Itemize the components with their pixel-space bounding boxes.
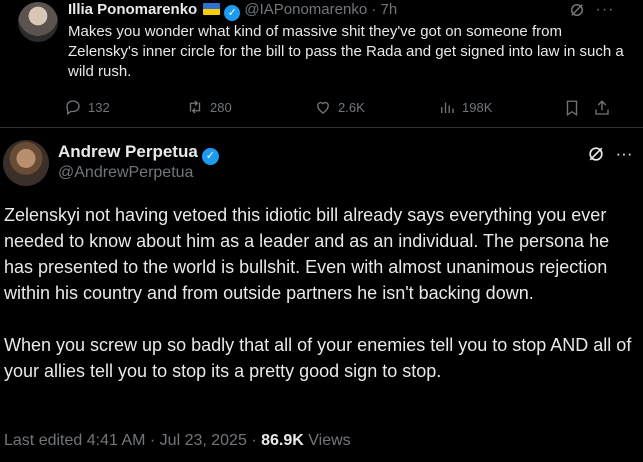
tweet-date[interactable]: Jul 23, 2025 — [160, 432, 247, 449]
like-count: 2.6K — [338, 99, 365, 115]
like-icon — [317, 101, 329, 114]
ukraine-flag-icon — [203, 3, 221, 15]
separator: · — [149, 432, 156, 449]
views-label: Views — [308, 432, 351, 449]
repost-button[interactable]: 280 — [186, 98, 232, 116]
tweet-meta: Last edited 4:41 AM · Jul 23, 2025 · 86.… — [4, 432, 351, 450]
views-button[interactable]: 198K — [438, 98, 492, 116]
author-handle[interactable]: @AndrewPerpetua — [58, 164, 193, 182]
grok-icon[interactable] — [566, 0, 588, 20]
views-count: 86.9K — [261, 432, 304, 449]
avatar[interactable] — [3, 140, 49, 186]
avatar[interactable] — [18, 2, 58, 42]
tweet-paragraph: When you screw up so badly that all of y… — [4, 335, 632, 381]
like-button[interactable]: 2.6K — [314, 98, 365, 116]
edited-label[interactable]: Last edited — [4, 432, 82, 449]
quoted-tweet[interactable]: Illia Ponomarenko ✓ @IAPonomarenko · 7h ·… — [0, 0, 643, 128]
repost-count: 280 — [210, 99, 232, 115]
reply-count: 132 — [88, 99, 110, 115]
author-name-row: Andrew Perpetua ✓ — [58, 142, 219, 165]
tweet-body: Zelenskyi not having vetoed this idiotic… — [4, 202, 640, 410]
separator: · — [251, 432, 257, 449]
author-name[interactable]: Andrew Perpetua — [58, 142, 198, 161]
views-count: 198K — [462, 99, 493, 115]
verified-icon: ✓ — [224, 5, 241, 21]
grok-icon[interactable] — [584, 142, 608, 166]
share-icon[interactable] — [592, 98, 612, 118]
separator: · — [371, 1, 377, 18]
reply-icon — [66, 100, 80, 116]
verified-icon: ✓ — [201, 148, 219, 165]
tweet-text: Makes you wonder what kind of massive sh… — [68, 23, 624, 80]
views-icon — [441, 102, 454, 113]
tweet-time[interactable]: 4:41 AM — [87, 432, 146, 449]
tweet-paragraph: Zelenskyi not having vetoed this idiotic… — [4, 205, 610, 303]
more-icon[interactable]: ··· — [612, 142, 636, 166]
tweet-header: Illia Ponomarenko ✓ @IAPonomarenko · 7h — [68, 1, 397, 21]
tweet-actions: 132 280 2.6K 198K — [64, 96, 624, 120]
tweet-time[interactable]: 7h — [381, 1, 398, 18]
author-name[interactable]: Illia Ponomarenko — [68, 1, 197, 18]
author-handle[interactable]: @IAPonomarenko — [244, 1, 367, 18]
reply-button[interactable]: 132 — [64, 98, 110, 116]
main-tweet: Andrew Perpetua ✓ @AndrewPerpetua ··· Zel… — [0, 128, 643, 462]
more-icon[interactable]: ··· — [594, 0, 616, 20]
bookmark-icon[interactable] — [562, 98, 582, 118]
repost-icon — [189, 100, 201, 114]
